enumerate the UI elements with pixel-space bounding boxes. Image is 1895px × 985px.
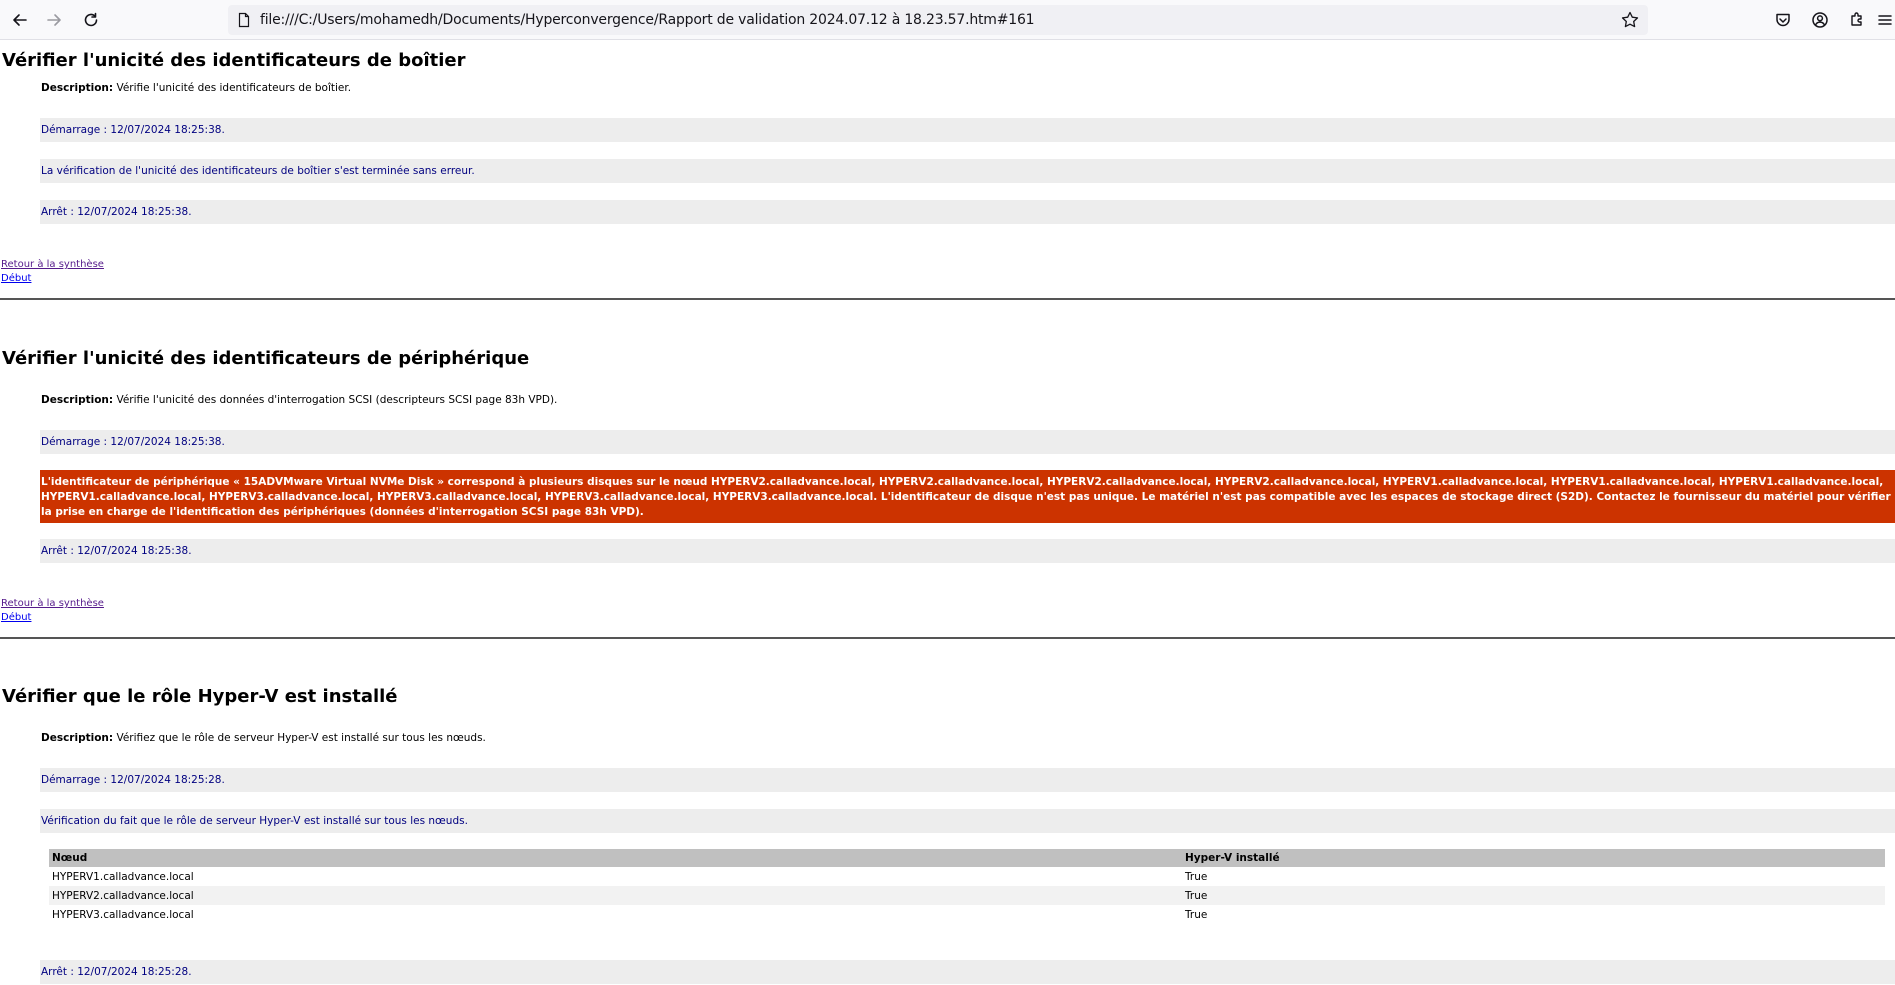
bookmark-star-icon[interactable]	[1620, 10, 1640, 30]
hyperv-nodes-table: Nœud Hyper-V installé HYPERV1.calladvanc…	[49, 849, 1885, 924]
back-to-summary-link[interactable]: Retour à la synthèse	[0, 258, 1895, 272]
table-row: HYPERV1.calladvance.local True	[49, 867, 1885, 886]
back-to-summary-link[interactable]: Retour à la synthèse	[0, 597, 1895, 611]
extensions-icon	[1851, 12, 1862, 26]
menu-button[interactable]	[1875, 6, 1895, 34]
table-row: HYPERV2.calladvance.local True	[49, 886, 1885, 905]
table-header-row: Nœud Hyper-V installé	[49, 849, 1885, 867]
section-enclosure-ids: Vérifier l'unicité des identificateurs d…	[0, 41, 1895, 300]
stop-band: Arrêt : 12/07/2024 18:25:28.	[40, 960, 1895, 984]
address-bar[interactable]: file:///C:/Users/mohamedh/Documents/Hype…	[228, 5, 1648, 35]
reload-icon	[84, 12, 98, 27]
cell-node: HYPERV1.calladvance.local	[52, 870, 194, 883]
description-text: Vérifiez que le rôle de serveur Hyper-V …	[113, 732, 486, 744]
back-icon	[13, 14, 27, 26]
description: Description: Vérifiez que le rôle de ser…	[41, 727, 1895, 752]
top-link[interactable]: Début	[0, 611, 1895, 625]
table-row: HYPERV3.calladvance.local True	[49, 905, 1885, 924]
section-title: Vérifier l'unicité des identificateurs d…	[2, 50, 466, 71]
description-label: Description:	[41, 732, 114, 744]
start-band: Démarrage : 12/07/2024 18:25:38.	[40, 118, 1895, 142]
nav-links: Retour à la synthèse Début	[0, 258, 1895, 286]
description-label: Description:	[41, 394, 114, 406]
cell-node: HYPERV3.calladvance.local	[52, 908, 194, 921]
start-band: Démarrage : 12/07/2024 18:25:38.	[40, 430, 1895, 454]
description-text: Vérifie l'unicité des identificateurs de…	[113, 82, 352, 94]
url-text[interactable]: file:///C:/Users/mohamedh/Documents/Hype…	[260, 12, 1035, 28]
top-link[interactable]: Début	[0, 272, 1895, 286]
description: Description: Vérifie l'unicité des donné…	[41, 390, 1895, 414]
cell-hyperv-installed: True	[1185, 870, 1208, 883]
pocket-button[interactable]	[1769, 6, 1797, 34]
pocket-icon	[1776, 13, 1790, 27]
description-label: Description:	[41, 82, 114, 94]
page-icon	[238, 12, 250, 28]
error-band: L'identificateur de périphérique « 15ADV…	[40, 470, 1895, 523]
browser-toolbar: file:///C:/Users/mohamedh/Documents/Hype…	[0, 0, 1895, 40]
section-device-ids: Vérifier l'unicité des identificateurs d…	[0, 300, 1895, 639]
description: Description: Vérifie l'unicité des ident…	[41, 77, 1895, 102]
back-button[interactable]	[6, 6, 34, 34]
nav-links: Retour à la synthèse Début	[0, 597, 1895, 625]
report-content: Vérifier l'unicité des identificateurs d…	[0, 41, 1895, 985]
account-button[interactable]	[1806, 6, 1834, 34]
reload-button[interactable]	[77, 6, 105, 34]
menu-icon	[1878, 15, 1892, 25]
cell-hyperv-installed: True	[1185, 908, 1208, 921]
extensions-button[interactable]	[1843, 6, 1871, 34]
column-header-hyperv-installed: Hyper-V installé	[1182, 849, 1885, 867]
description-text: Vérifie l'unicité des données d'interrog…	[113, 394, 558, 406]
message-band: Vérification du fait que le rôle de serv…	[40, 809, 1895, 833]
forward-button[interactable]	[40, 6, 68, 34]
forward-icon	[47, 14, 61, 26]
stop-band: Arrêt : 12/07/2024 18:25:38.	[40, 539, 1895, 563]
account-icon	[1812, 12, 1828, 28]
stop-band: Arrêt : 12/07/2024 18:25:38.	[40, 200, 1895, 224]
cell-hyperv-installed: True	[1182, 886, 1885, 905]
start-band: Démarrage : 12/07/2024 18:25:28.	[40, 768, 1895, 792]
section-title: Vérifier que le rôle Hyper-V est install…	[2, 686, 398, 707]
section-title: Vérifier l'unicité des identificateurs d…	[2, 348, 530, 369]
section-hyperv-role: Vérifier que le rôle Hyper-V est install…	[0, 639, 1895, 984]
cell-node: HYPERV2.calladvance.local	[49, 886, 1182, 905]
column-header-node: Nœud	[49, 849, 1182, 867]
message-band: La vérification de l'unicité des identif…	[40, 159, 1895, 183]
